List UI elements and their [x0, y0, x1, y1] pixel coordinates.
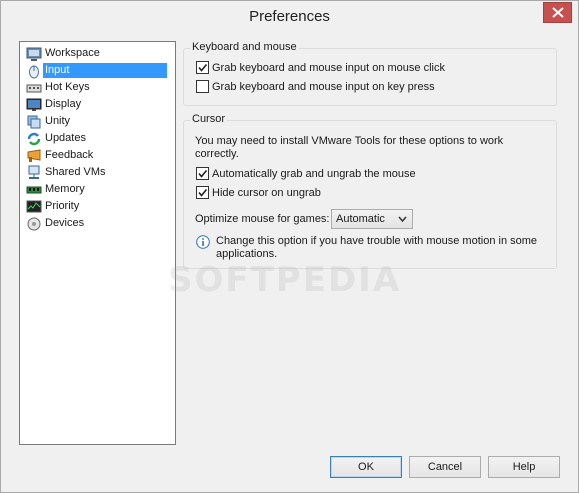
nav-item-label: Workspace — [45, 47, 100, 59]
help-button[interactable]: Help — [488, 456, 560, 478]
close-button[interactable] — [543, 2, 572, 23]
nav-item-label: Display — [45, 98, 82, 110]
nav-item-label: Updates — [45, 132, 86, 144]
nav-item-label: Priority — [45, 200, 80, 212]
auto-grab-row[interactable]: Automatically grab and ungrab the mouse — [196, 167, 416, 180]
grab-on-click-row[interactable]: Grab keyboard and mouse input on mouse c… — [196, 61, 445, 74]
feedback-icon — [26, 148, 42, 164]
grab-on-click-label: Grab keyboard and mouse input on mouse c… — [212, 61, 445, 74]
hide-cursor-label: Hide cursor on ungrab — [212, 186, 321, 199]
close-icon — [551, 7, 564, 18]
shared-vms-icon — [26, 165, 42, 181]
keyboard-mouse-group: Keyboard and mouse Grab keyboard and mou… — [183, 41, 557, 106]
grab-on-keypress-label: Grab keyboard and mouse input on key pre… — [212, 80, 435, 93]
ok-button[interactable]: OK — [330, 456, 402, 478]
nav-item-label: Hot Keys — [45, 81, 90, 93]
title-bar: Preferences — [1, 1, 578, 32]
nav-item-input[interactable]: Input — [21, 62, 174, 79]
check-icon — [198, 188, 208, 197]
hide-cursor-checkbox[interactable] — [196, 186, 209, 199]
nav-item-priority[interactable]: Priority — [21, 198, 174, 215]
auto-grab-label: Automatically grab and ungrab the mouse — [212, 167, 416, 180]
nav-item-workspace[interactable]: Workspace — [21, 45, 174, 62]
nav-item-display[interactable]: Display — [21, 96, 174, 113]
preferences-window: Preferences Workspace Input Hot Keys Dis… — [0, 0, 579, 493]
grab-on-click-checkbox[interactable] — [196, 61, 209, 74]
auto-grab-checkbox[interactable] — [196, 167, 209, 180]
cancel-button[interactable]: Cancel — [409, 456, 481, 478]
check-icon — [198, 169, 208, 178]
optimize-mouse-value: Automatic — [336, 213, 385, 225]
nav-item-devices[interactable]: Devices — [21, 215, 174, 232]
workspace-icon — [26, 46, 42, 62]
optimize-mouse-select[interactable]: Automatic — [331, 209, 413, 229]
monitor-icon — [26, 97, 42, 113]
chevron-down-icon — [398, 216, 407, 222]
nav-item-shared-vms[interactable]: Shared VMs — [21, 164, 174, 181]
devices-icon — [26, 216, 42, 232]
group-title: Cursor — [190, 113, 228, 125]
nav-item-label: Shared VMs — [45, 166, 106, 178]
nav-item-feedback[interactable]: Feedback — [21, 147, 174, 164]
updates-icon — [26, 131, 42, 147]
hide-cursor-row[interactable]: Hide cursor on ungrab — [196, 186, 321, 199]
grab-on-keypress-checkbox[interactable] — [196, 80, 209, 93]
nav-item-hot-keys[interactable]: Hot Keys — [21, 79, 174, 96]
keyboard-icon — [26, 80, 42, 96]
nav-item-label: Devices — [45, 217, 85, 229]
cursor-note-line2: correctly. — [195, 148, 239, 160]
optimize-mouse-label: Optimize mouse for games: — [195, 213, 330, 225]
cursor-note-line1: You may need to install VMware Tools for… — [195, 135, 504, 147]
nav-item-label: Memory — [45, 183, 85, 195]
unity-icon — [26, 114, 42, 130]
grab-on-keypress-row[interactable]: Grab keyboard and mouse input on key pre… — [196, 80, 435, 93]
nav-item-memory[interactable]: Memory — [21, 181, 174, 198]
mouse-icon — [26, 63, 42, 79]
info-text-line2: applications. — [216, 248, 278, 260]
window-title: Preferences — [249, 8, 330, 25]
check-icon — [198, 63, 208, 72]
dialog-body: Workspace Input Hot Keys Display Unity U… — [8, 32, 571, 485]
nav-item-updates[interactable]: Updates — [21, 130, 174, 147]
group-title: Keyboard and mouse — [190, 41, 299, 53]
nav-item-label: Input — [43, 63, 167, 78]
cursor-group: Cursor You may need to install VMware To… — [183, 113, 557, 269]
category-list[interactable]: Workspace Input Hot Keys Display Unity U… — [19, 41, 176, 445]
nav-item-label: Unity — [45, 115, 71, 127]
info-text-line1: Change this option if you have trouble w… — [216, 235, 538, 247]
nav-item-unity[interactable]: Unity — [21, 113, 174, 130]
nav-item-label: Feedback — [45, 149, 94, 161]
memory-icon — [26, 182, 42, 198]
priority-icon — [26, 199, 42, 215]
info-icon — [196, 235, 210, 249]
